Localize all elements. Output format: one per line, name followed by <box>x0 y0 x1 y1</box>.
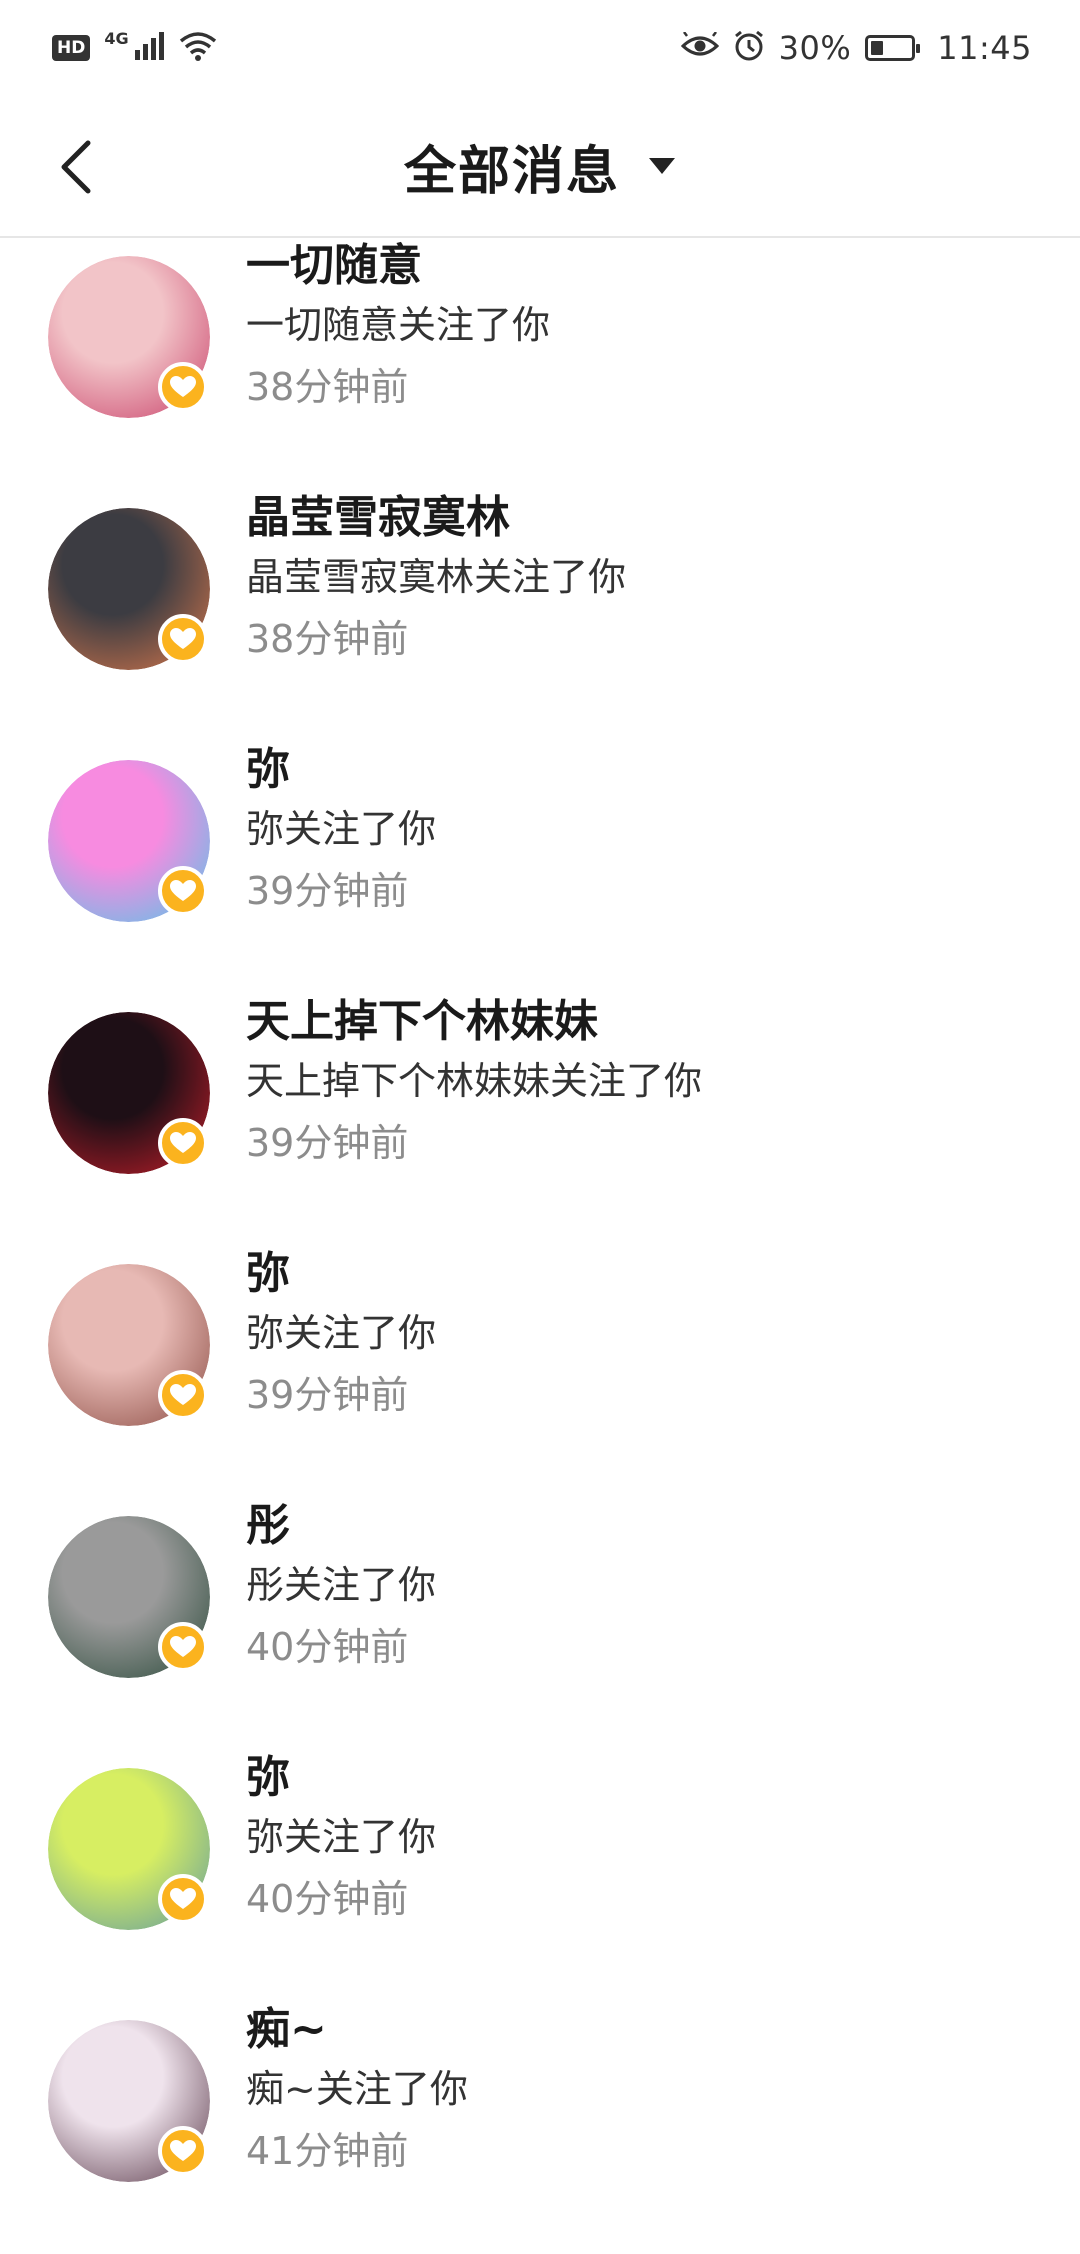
list-item[interactable]: 弥弥关注了你 39分钟前 <box>0 1246 1080 1498</box>
list-item[interactable]: 弥弥关注了你 40分钟前 <box>0 1750 1080 2002</box>
battery-icon <box>865 35 921 61</box>
list-item[interactable]: 痴~ 痴~关注了你 41分钟前 <box>0 2002 1080 2254</box>
heart-icon <box>158 362 208 412</box>
chevron-left-icon <box>61 140 91 194</box>
message-text-block: 弥弥关注了你 39分钟前 <box>246 1246 436 1426</box>
message-filter-dropdown[interactable]: 全部消息 <box>404 129 676 204</box>
timestamp: 38分钟前 <box>246 617 409 661</box>
message-text-block: 弥弥关注了你 40分钟前 <box>246 1750 436 1930</box>
follower-name[interactable]: 痴~ <box>246 2002 468 2058</box>
hd-badge: HD <box>52 35 91 61</box>
message-text-block: 天上掉下个林妹妹天上掉下个林妹妹关注了你 39分钟前 <box>246 994 702 1174</box>
battery-percent: 30% <box>778 29 852 67</box>
timestamp: 40分钟前 <box>246 1625 409 1669</box>
follower-name[interactable]: 彤 <box>246 1498 436 1554</box>
eye-icon <box>680 31 719 64</box>
timestamp: 39分钟前 <box>246 1121 409 1165</box>
list-item[interactable]: 晶莹雪寂寞林晶莹雪寂寞林关注了你 38分钟前 <box>0 490 1080 742</box>
timestamp: 41分钟前 <box>246 2129 409 2173</box>
follower-name[interactable]: 一切随意 <box>246 238 550 294</box>
list-item[interactable]: 一切随意一切随意关注了你 38分钟前 <box>0 238 1080 490</box>
message-text-block: 弥弥关注了你 39分钟前 <box>246 742 436 922</box>
follow-notice: 天上掉下个林妹妹关注了你 <box>246 1059 703 1103</box>
signal-icon <box>134 32 165 64</box>
follower-name[interactable]: 弥 <box>246 742 436 798</box>
heart-icon <box>158 1874 208 1924</box>
follow-notice: 弥关注了你 <box>246 1311 437 1355</box>
message-text-block: 一切随意一切随意关注了你 38分钟前 <box>246 238 550 418</box>
nav-bar: 全部消息 <box>0 96 1080 238</box>
status-time: 11:45 <box>937 29 1032 67</box>
battery-level <box>871 41 883 55</box>
status-bar: HD 4G 30% 11:45 <box>0 0 1080 96</box>
follower-name[interactable]: 天上掉下个林妹妹 <box>246 994 702 1050</box>
timestamp: 39分钟前 <box>246 1373 409 1417</box>
follower-name[interactable]: 弥 <box>246 1750 436 1806</box>
message-text-block: 彤彤关注了你 40分钟前 <box>246 1498 436 1678</box>
heart-icon <box>158 1370 208 1420</box>
message-text-block: 痴~ 痴~关注了你 41分钟前 <box>246 2002 468 2182</box>
follower-name[interactable]: 弥 <box>246 1246 436 1302</box>
alarm-icon <box>733 30 765 66</box>
status-right: 30% 11:45 <box>680 29 1032 67</box>
wifi-icon <box>179 31 217 65</box>
follow-notice: 痴~关注了你 <box>246 2067 468 2111</box>
network-type-label: 4G <box>104 28 129 48</box>
heart-icon <box>158 866 208 916</box>
timestamp: 40分钟前 <box>246 1877 409 1921</box>
heart-icon <box>158 1118 208 1168</box>
list-item[interactable]: 天上掉下个林妹妹天上掉下个林妹妹关注了你 39分钟前 <box>0 994 1080 1246</box>
follow-notice: 弥关注了你 <box>246 807 437 851</box>
timestamp: 38分钟前 <box>246 365 409 409</box>
follow-notice: 弥关注了你 <box>246 1815 437 1859</box>
status-left: HD 4G <box>52 28 217 65</box>
caret-down-icon <box>649 158 675 174</box>
heart-icon <box>158 2126 208 2176</box>
follow-notice: 彤关注了你 <box>246 1563 437 1607</box>
list-item[interactable]: 彤彤关注了你 40分钟前 <box>0 1498 1080 1750</box>
follower-name[interactable]: 晶莹雪寂寞林 <box>246 490 626 546</box>
follow-notice: 一切随意关注了你 <box>246 303 551 347</box>
heart-icon <box>158 1622 208 1672</box>
heart-icon <box>158 614 208 664</box>
back-button[interactable] <box>44 132 108 202</box>
follow-notice: 晶莹雪寂寞林关注了你 <box>246 555 627 599</box>
message-text-block: 晶莹雪寂寞林晶莹雪寂寞林关注了你 38分钟前 <box>246 490 626 670</box>
timestamp: 39分钟前 <box>246 869 409 913</box>
list-item[interactable]: 弥弥关注了你 39分钟前 <box>0 742 1080 994</box>
page-title: 全部消息 <box>403 141 620 202</box>
